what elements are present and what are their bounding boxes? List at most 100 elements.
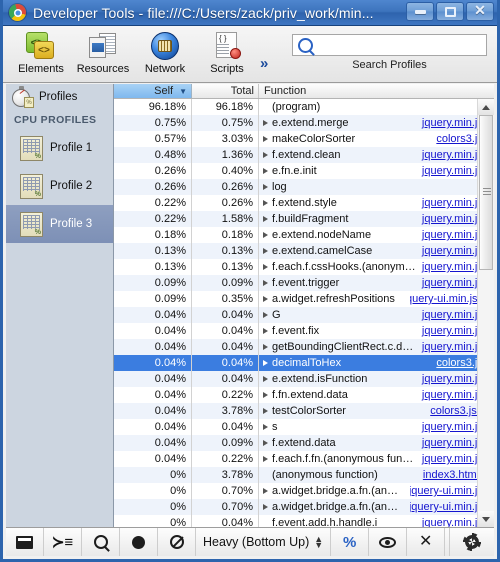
column-header-self[interactable]: Self ▼	[114, 84, 192, 98]
expand-triangle-icon[interactable]	[263, 152, 268, 158]
focus-button[interactable]	[369, 528, 408, 556]
console-button[interactable]: ≻≡	[44, 528, 82, 556]
overflow-tabs-button[interactable]: »	[260, 55, 268, 72]
dock-button[interactable]	[6, 528, 44, 556]
expand-triangle-icon[interactable]	[263, 264, 268, 270]
table-row[interactable]: 0% 3.78% (anonymous function) index3.htm:36	[114, 467, 494, 483]
expand-triangle-icon[interactable]	[263, 232, 268, 238]
tab-scripts[interactable]: { } Scripts	[196, 26, 258, 75]
cell-total: 1.36%	[192, 147, 259, 163]
scripts-icon: { }	[213, 30, 241, 62]
cell-function: e.extend.merge jquery.min.js:2	[259, 115, 494, 131]
cell-self: 0.26%	[114, 179, 192, 195]
dock-icon	[16, 535, 33, 549]
elements-icon: <><>	[26, 30, 56, 62]
expand-triangle-icon[interactable]	[263, 296, 268, 302]
expand-triangle-icon[interactable]	[263, 328, 268, 334]
table-row[interactable]: 0.04% 0.22% f.fn.extend.data jquery.min.js:…	[114, 387, 494, 403]
table-row[interactable]: 0.48% 1.36% f.extend.clean jquery.min.js:4	[114, 147, 494, 163]
expand-triangle-icon[interactable]	[263, 344, 268, 350]
expand-triangle-icon[interactable]	[263, 136, 268, 142]
expand-triangle-icon[interactable]	[263, 392, 268, 398]
close-button[interactable]: ✕	[466, 2, 494, 21]
tab-resources[interactable]: Resources	[72, 26, 134, 75]
expand-triangle-icon[interactable]	[263, 248, 268, 254]
table-row[interactable]: 0.04% 0.04% f.event.fix jquery.min.js:3	[114, 323, 494, 339]
cell-self: 0.04%	[114, 435, 192, 451]
maximize-button[interactable]	[436, 2, 464, 21]
expand-triangle-icon[interactable]	[263, 376, 268, 382]
sidebar-item-profile-1[interactable]: % Profile 1	[6, 129, 113, 167]
table-row[interactable]: 0.57% 3.03% makeColorSorter colors3.js:6	[114, 131, 494, 147]
title-bar[interactable]: Developer Tools - file:///C:/Users/zack/…	[3, 0, 497, 26]
expand-triangle-icon[interactable]	[263, 360, 268, 366]
table-row[interactable]: 0.13% 0.13% e.extend.camelCase jquery.min.j…	[114, 243, 494, 259]
search-button[interactable]	[82, 528, 120, 556]
table-row[interactable]: 0.04% 3.78% testColorSorter colors3.js:32	[114, 403, 494, 419]
expand-triangle-icon[interactable]	[263, 504, 268, 510]
expand-triangle-icon[interactable]	[263, 456, 268, 462]
table-row[interactable]: 0.18% 0.18% e.extend.nodeName jquery.min.js…	[114, 227, 494, 243]
record-button[interactable]	[120, 528, 158, 556]
expand-triangle-icon[interactable]	[263, 216, 268, 222]
table-row[interactable]: 0% 0.04% f.event.add.h.handle.i jquery.min.…	[114, 515, 494, 527]
table-row[interactable]: 0.26% 0.26% log	[114, 179, 494, 195]
settings-button[interactable]	[450, 528, 494, 556]
sidebar-item-profile-3[interactable]: % Profile 3	[6, 205, 113, 243]
sidebar-item-profile-2[interactable]: % Profile 2	[6, 167, 113, 205]
column-header-function[interactable]: Function	[259, 84, 494, 98]
function-name: f.event.trigger	[272, 277, 340, 289]
expand-triangle-icon[interactable]	[263, 280, 268, 286]
cell-total: 0.26%	[192, 195, 259, 211]
table-row[interactable]: 0.04% 0.04% Gjquery.min.js:2	[114, 307, 494, 323]
table-row[interactable]: 0.22% 1.58% f.buildFragment jquery.min.js:4	[114, 211, 494, 227]
scroll-down-button[interactable]	[478, 511, 494, 527]
expand-triangle-icon[interactable]	[263, 424, 268, 430]
cell-self: 0.04%	[114, 403, 192, 419]
table-row[interactable]: 0.26% 0.40% e.fn.e.init jquery.min.js:2	[114, 163, 494, 179]
expand-triangle-icon[interactable]	[263, 184, 268, 190]
clear-button[interactable]	[158, 528, 196, 556]
clear-icon	[169, 535, 184, 549]
scroll-up-button[interactable]	[478, 99, 494, 115]
scrollbar-thumb[interactable]	[479, 115, 493, 270]
table-row[interactable]: 96.18% 96.18% (program)	[114, 99, 494, 115]
sort-desc-icon: ▼	[179, 86, 187, 96]
expand-triangle-icon[interactable]	[263, 488, 268, 494]
tab-network[interactable]: Network	[134, 26, 196, 75]
table-row[interactable]: 0% 0.70% a.widget.bridge.a.fn.(an… jquery-u…	[114, 499, 494, 515]
cell-function: (anonymous function) index3.htm:36	[259, 467, 494, 483]
minimize-button[interactable]	[406, 2, 434, 21]
expand-triangle-icon[interactable]	[263, 408, 268, 414]
function-name: e.extend.camelCase	[272, 245, 373, 257]
cell-total: 0.04%	[192, 371, 259, 387]
sidebar-header-profiles[interactable]: % Profiles	[6, 84, 113, 110]
view-mode-select[interactable]: Heavy (Bottom Up) ▲ ▼	[196, 528, 332, 556]
table-row[interactable]: 0.22% 0.26% f.extend.style jquery.min.js:4	[114, 195, 494, 211]
table-row[interactable]: 0.04% 0.09% f.extend.data jquery.min.js:2	[114, 435, 494, 451]
table-row[interactable]: 0.04% 0.04% e.extend.isFunction jquery.min.…	[114, 371, 494, 387]
table-row[interactable]: 0.09% 0.09% f.event.trigger jquery.min.js:3	[114, 275, 494, 291]
table-row[interactable]: 0% 0.70% a.widget.bridge.a.fn.(an… jquery-u…	[114, 483, 494, 499]
table-row[interactable]: 0.04% 0.22% f.each.f.fn.(anonymous fun… jqu…	[114, 451, 494, 467]
tab-elements[interactable]: <><> Elements	[10, 26, 72, 75]
function-name: makeColorSorter	[272, 133, 356, 145]
exclude-button[interactable]: ✕	[407, 528, 446, 556]
table-row[interactable]: 0.04% 0.04% decimalToHex colors3.js:1	[114, 355, 494, 371]
table-row[interactable]: 0.09% 0.35% a.widget.refreshPositions jquer…	[114, 291, 494, 307]
function-name: log	[272, 181, 287, 193]
table-row[interactable]: 0.13% 0.13% f.each.f.cssHooks.(anonym… jque…	[114, 259, 494, 275]
expand-triangle-icon[interactable]	[263, 200, 268, 206]
table-row[interactable]: 0.04% 0.04% s jquery.min.js:3	[114, 419, 494, 435]
search-input[interactable]	[292, 34, 487, 56]
vertical-scrollbar[interactable]	[477, 99, 494, 527]
expand-triangle-icon[interactable]	[263, 120, 268, 126]
expand-triangle-icon[interactable]	[263, 312, 268, 318]
scrollbar-track[interactable]	[478, 115, 494, 511]
expand-triangle-icon[interactable]	[263, 440, 268, 446]
table-row[interactable]: 0.75% 0.75% e.extend.merge jquery.min.js:2	[114, 115, 494, 131]
expand-triangle-icon[interactable]	[263, 168, 268, 174]
table-row[interactable]: 0.04% 0.04% getBoundingClientRect.c.d… jque…	[114, 339, 494, 355]
percent-toggle-button[interactable]: %	[331, 528, 370, 556]
column-header-total[interactable]: Total	[192, 84, 259, 98]
